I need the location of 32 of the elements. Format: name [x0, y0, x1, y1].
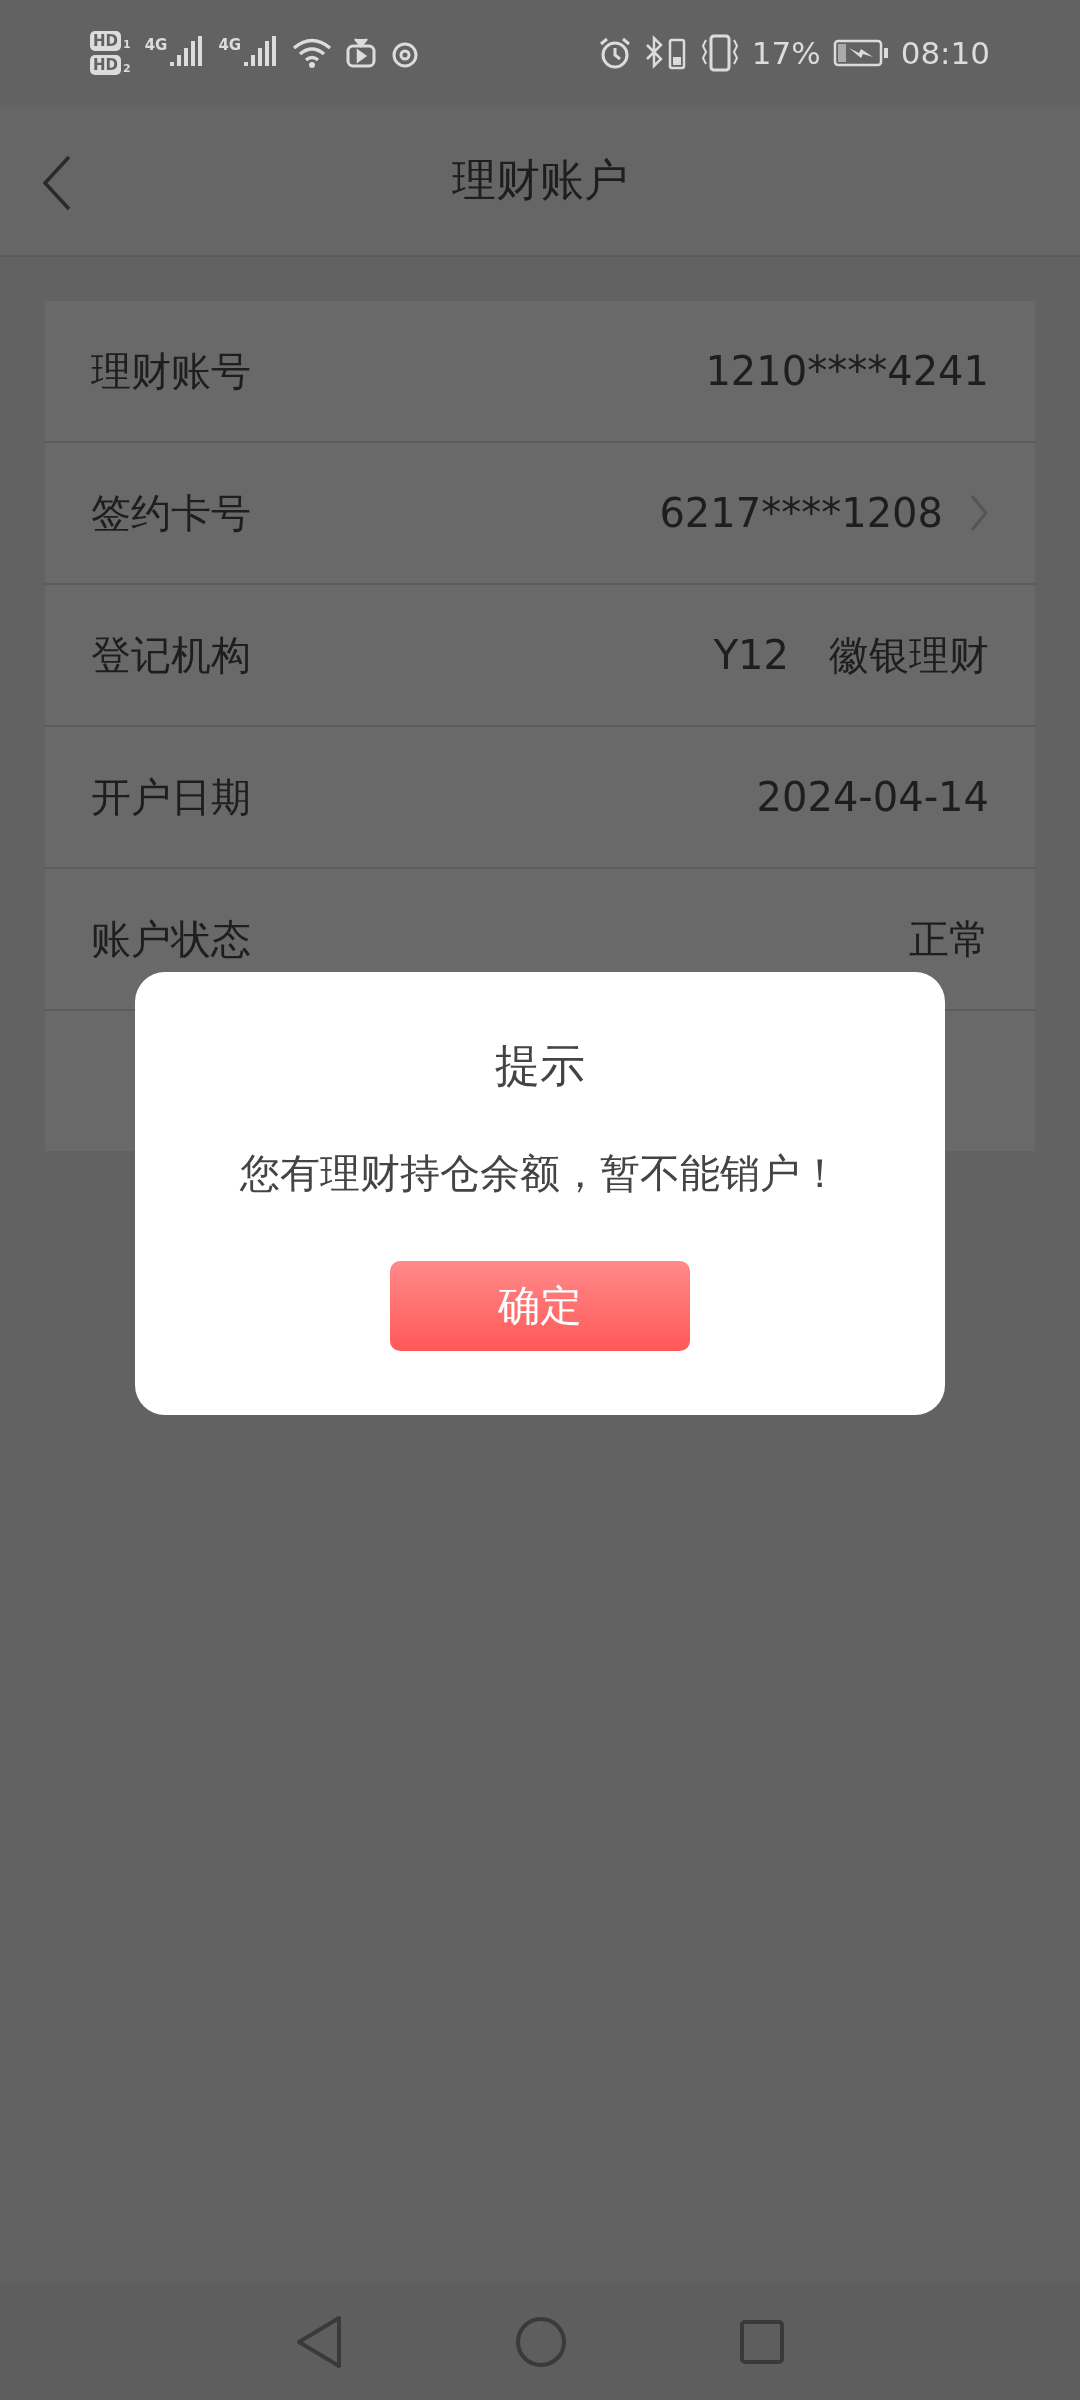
recents-nav-icon[interactable]	[739, 2318, 785, 2365]
battery-icon	[832, 38, 889, 67]
network-label: 4G	[218, 35, 242, 54]
sim-slot: 1	[123, 37, 131, 51]
back-nav-icon[interactable]	[295, 2314, 343, 2369]
row-value: 1210****4241	[705, 348, 989, 394]
back-icon[interactable]	[42, 155, 72, 211]
row-value: 正常	[909, 914, 989, 964]
row-value: 2024-04-14	[756, 774, 989, 820]
sim-badge: HD	[90, 54, 121, 75]
row-value[interactable]: 6217****1208	[659, 490, 943, 536]
tv-icon	[346, 37, 377, 68]
row-label: 账户状态	[91, 914, 252, 964]
wifi-icon	[292, 36, 333, 69]
clock-time: 08:10	[900, 34, 990, 71]
home-nav-icon[interactable]	[515, 2315, 567, 2368]
sim-slot: 2	[123, 61, 131, 75]
network-label: 4G	[144, 35, 168, 54]
row-label: 理财账号	[91, 346, 252, 396]
alarm-icon	[597, 35, 632, 70]
row-value: Y12 徽银理财	[713, 630, 989, 680]
dialog-title: 提示	[495, 1038, 585, 1094]
row-label: 签约卡号	[91, 488, 252, 538]
confirm-button[interactable]: 确定	[390, 1261, 690, 1351]
battery-percent: 17%	[751, 34, 821, 71]
sim-badge: HD	[90, 30, 121, 51]
page-title: 理财账户	[452, 152, 628, 207]
bluetooth-icon	[643, 34, 688, 71]
vibrate-icon	[699, 33, 740, 72]
row-label: 开户日期	[91, 772, 252, 822]
dialog-message: 您有理财持仓余额，暂不能销户！	[240, 1149, 840, 1198]
row-label: 登记机构	[91, 630, 252, 680]
